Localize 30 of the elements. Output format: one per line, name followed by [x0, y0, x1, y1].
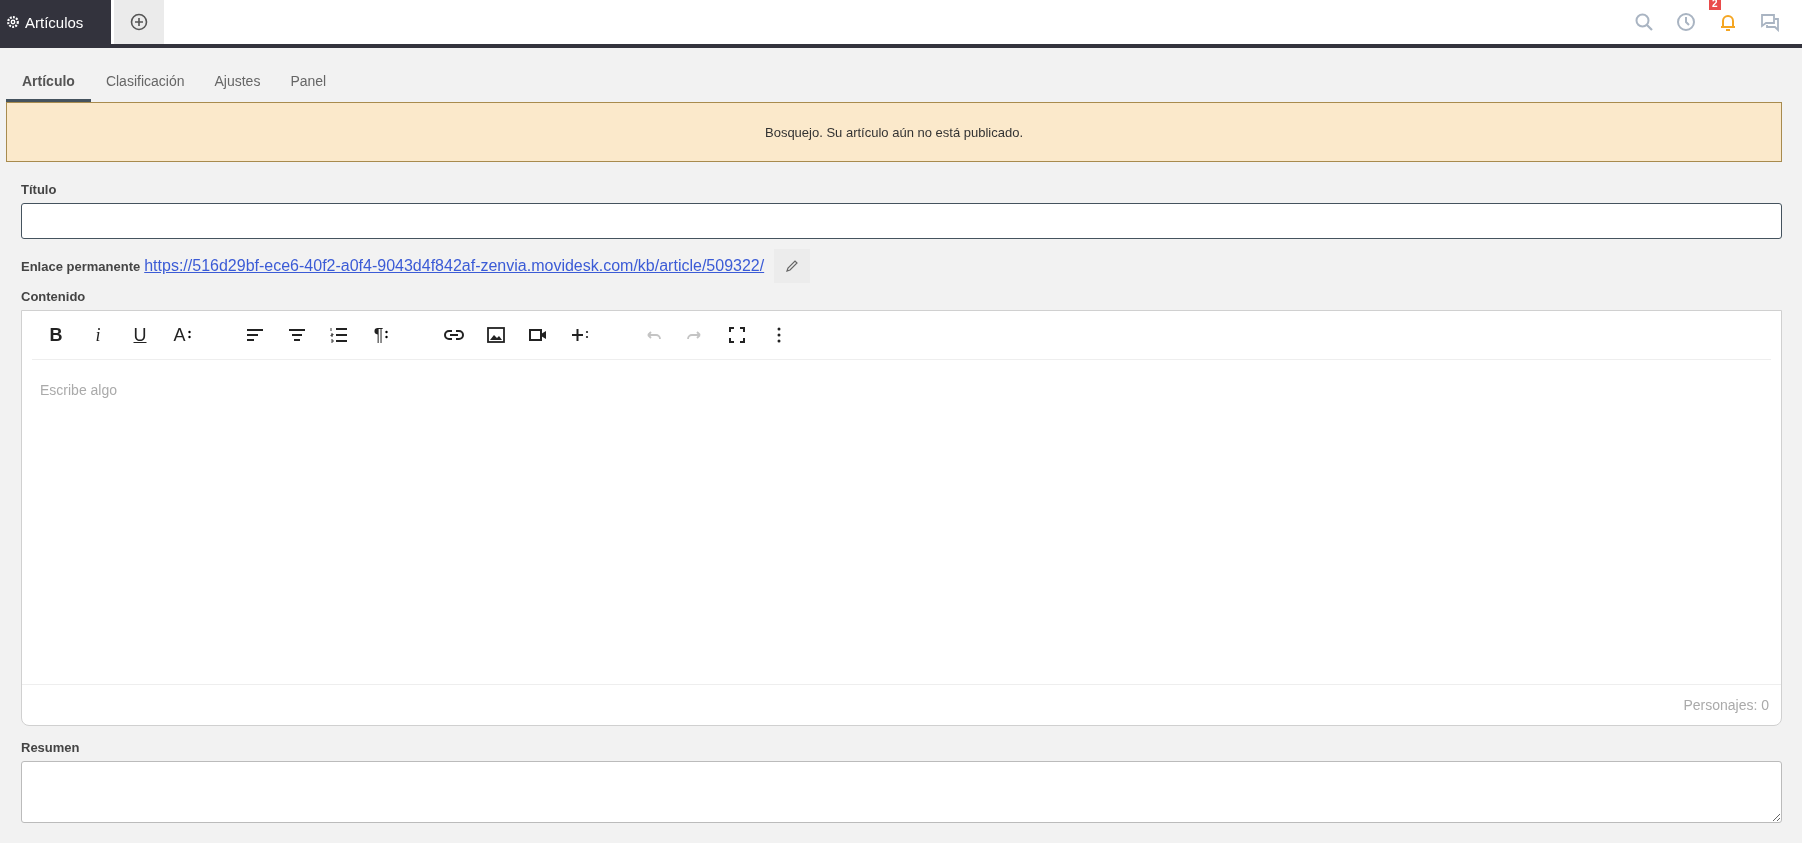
undo-icon	[645, 330, 661, 340]
italic-button[interactable]: i	[80, 318, 116, 352]
bold-button[interactable]: B	[38, 318, 74, 352]
vertical-dots-icon	[187, 330, 191, 340]
plus-circle-icon	[130, 13, 149, 31]
pencil-icon	[785, 259, 800, 273]
tab[interactable]: Clasificación	[90, 73, 200, 102]
vertical-dots-icon	[385, 330, 389, 340]
tab[interactable]: Panel	[275, 73, 342, 102]
character-counter: Personajes: 0	[1683, 697, 1769, 713]
banner-text: Bosquejo. Su artículo aún no está publicado.	[765, 124, 1023, 140]
permalink-label: Enlace permanente	[21, 258, 141, 274]
gear-icon	[6, 15, 20, 29]
font-size-button[interactable]: A	[164, 318, 200, 352]
fullscreen-icon	[727, 325, 747, 345]
numbered-list-icon	[329, 325, 349, 345]
new-tab-button[interactable]	[114, 0, 165, 44]
title-input[interactable]	[21, 203, 1782, 239]
field-label: Título	[21, 182, 58, 197]
redo-icon	[687, 330, 703, 340]
permalink-link[interactable]: https://516d29bf-ece6-40f2-a0f4-9043d4f842af-zenvia.movidesk.com/kb/article/509322/	[144, 257, 765, 275]
app-tab[interactable]: Artículos	[0, 0, 112, 44]
tab[interactable]: Ajustes	[199, 73, 276, 102]
vertical-dots-icon	[777, 327, 781, 343]
field-label: Resumen	[21, 740, 81, 755]
underline-button[interactable]: U	[122, 318, 158, 352]
paragraph-format-button[interactable]: ¶	[363, 318, 399, 352]
image-icon	[486, 325, 506, 345]
notification-badge: 2	[1709, 0, 1721, 10]
field-label: Contenido	[21, 289, 87, 304]
